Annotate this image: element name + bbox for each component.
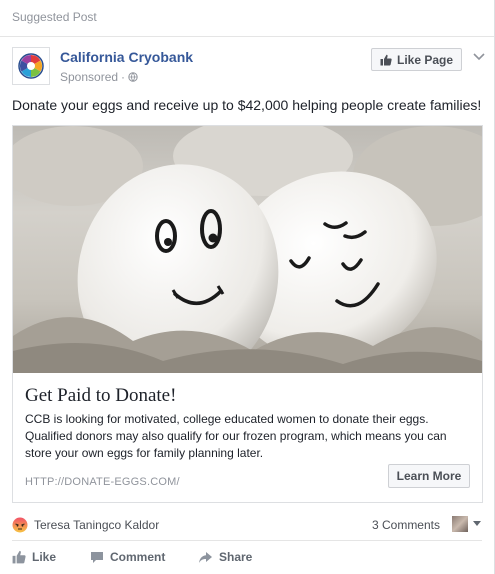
header-divider: [0, 36, 494, 37]
comment-icon: [91, 551, 103, 563]
sponsored-separator: ·: [121, 70, 126, 84]
learn-more-button[interactable]: Learn More: [388, 464, 470, 488]
post-options-chevron-icon[interactable]: [472, 52, 486, 62]
actions-divider: [12, 540, 482, 541]
ad-description: CCB is looking for motivated, college ed…: [25, 412, 447, 460]
comment-button[interactable]: Comment: [90, 550, 165, 564]
suggested-post-label: Suggested Post: [12, 10, 97, 24]
thumbs-up-icon: [12, 550, 26, 564]
cryobank-logo-icon: [18, 53, 44, 79]
comments-count-link[interactable]: 3 Comments: [372, 518, 440, 532]
ad-link-caption[interactable]: HTTP://DONATE-EGGS.COM/: [25, 476, 180, 488]
chevron-down-icon[interactable]: [472, 520, 482, 528]
avatar[interactable]: [452, 516, 468, 532]
like-page-button[interactable]: Like Page: [371, 48, 462, 71]
sponsored-post-card: Suggested Post California Cryobank Spons…: [0, 0, 495, 574]
post-actions: Like Comment Share: [12, 550, 312, 568]
post-message: Donate your eggs and receive up to $42,0…: [12, 97, 482, 113]
like-page-label: Like Page: [396, 52, 454, 67]
globe-icon: [128, 72, 138, 82]
share-label: Share: [219, 550, 253, 564]
sponsored-label[interactable]: Sponsored: [60, 70, 118, 84]
reactor-name-link[interactable]: Teresa Taningco Kaldor: [34, 518, 159, 532]
page-name-link[interactable]: California Cryobank: [60, 49, 193, 65]
reactions-summary: Teresa Taningco Kaldor 3 Comments: [12, 516, 482, 534]
thumbs-up-icon: [380, 54, 392, 65]
comment-label: Comment: [110, 550, 166, 564]
page-logo[interactable]: [12, 47, 50, 85]
share-button[interactable]: Share: [198, 550, 252, 564]
share-arrow-icon: [199, 551, 212, 563]
sponsored-line: Sponsored ·: [60, 70, 138, 84]
ad-headline[interactable]: Get Paid to Donate!: [25, 385, 176, 407]
like-button[interactable]: Like: [12, 550, 56, 564]
link-attachment[interactable]: Get Paid to Donate! CCB is looking for m…: [12, 125, 483, 503]
eggs-illustration: [13, 126, 482, 373]
ad-image-smiling-eggs[interactable]: [13, 126, 482, 373]
like-label: Like: [32, 550, 57, 564]
angry-reaction-icon[interactable]: [12, 517, 28, 533]
